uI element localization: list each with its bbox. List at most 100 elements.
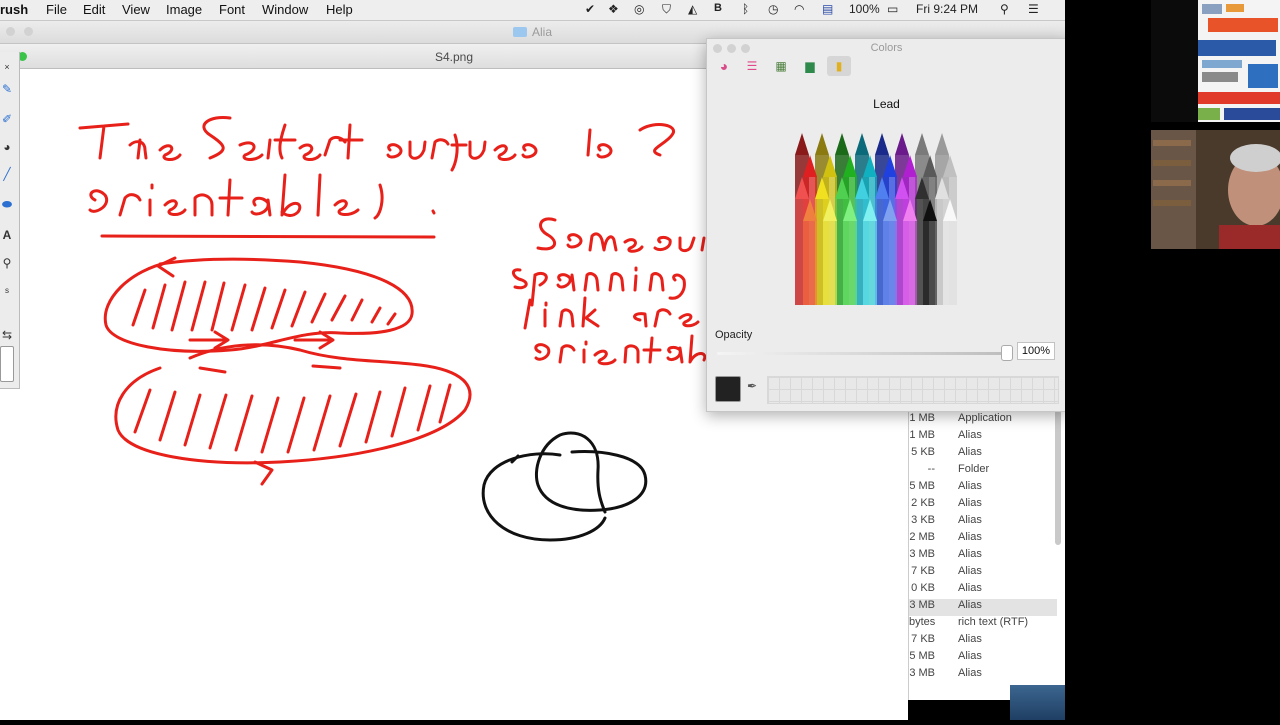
- checkmark-icon[interactable]: ✔: [585, 2, 595, 16]
- list-item[interactable]: 3 MB Alias: [909, 548, 1057, 565]
- finder-title-text: Alia: [531, 25, 552, 39]
- menu-bar: rush File Edit View Image Font Window He…: [0, 0, 1065, 21]
- menu-font[interactable]: Font: [219, 2, 245, 17]
- crayon-body: [923, 221, 937, 305]
- crayon[interactable]: [923, 199, 937, 305]
- current-color-swatch[interactable]: [715, 376, 741, 402]
- crayons-icon[interactable]: ▮: [827, 56, 851, 76]
- list-item[interactable]: -- Folder: [909, 463, 1057, 480]
- swap-colors-icon[interactable]: ⇆: [0, 328, 14, 342]
- app-menu[interactable]: rush: [0, 2, 28, 17]
- crayon[interactable]: [843, 199, 857, 305]
- crayon-tip: [835, 133, 849, 155]
- crayon-body: [863, 221, 877, 305]
- file-size: bytes: [909, 616, 935, 628]
- pencil-icon[interactable]: ✎: [0, 82, 14, 96]
- file-kind: Folder: [958, 463, 990, 475]
- list-item[interactable]: 2 MB Alias: [909, 531, 1057, 548]
- color-palettes-icon[interactable]: ▦: [769, 56, 793, 76]
- zoom-icon[interactable]: ⚲: [0, 256, 14, 270]
- list-item[interactable]: 1 MB Alias: [909, 429, 1057, 446]
- time-machine-icon[interactable]: ◷: [768, 2, 778, 16]
- finder-scrollbar[interactable]: [1055, 410, 1061, 545]
- file-size: 1 MB: [909, 429, 935, 441]
- list-item-selected[interactable]: 3 MB Alias: [909, 599, 1057, 616]
- list-item[interactable]: 5 MB Alias: [909, 480, 1057, 497]
- list-item[interactable]: 3 KB Alias: [909, 514, 1057, 531]
- menu-help[interactable]: Help: [326, 2, 353, 17]
- brush-icon[interactable]: ✐: [0, 112, 14, 126]
- upper-arrow: [156, 256, 177, 278]
- paint-bucket-icon[interactable]: ◕: [0, 140, 14, 154]
- battery-percent[interactable]: 100%: [849, 2, 880, 16]
- crayon[interactable]: [883, 199, 897, 305]
- menu-edit[interactable]: Edit: [83, 2, 105, 17]
- creative-cloud-icon[interactable]: ◎: [634, 2, 644, 16]
- list-item[interactable]: bytes rich text (RTF): [909, 616, 1057, 633]
- list-item[interactable]: 7 KB Alias: [909, 565, 1057, 582]
- clock[interactable]: Fri 9:24 PM: [916, 2, 978, 16]
- opacity-slider[interactable]: [717, 352, 1007, 355]
- bluetooth-icon[interactable]: ᛒ: [742, 2, 749, 16]
- file-kind: Alias: [958, 599, 982, 611]
- eyedropper-icon[interactable]: ✒: [747, 379, 761, 395]
- file-size: 5 MB: [909, 650, 935, 662]
- text-icon[interactable]: A: [0, 228, 14, 242]
- bitdefender-icon[interactable]: B: [714, 2, 722, 14]
- menu-file[interactable]: File: [46, 2, 67, 17]
- list-item[interactable]: 2 KB Alias: [909, 497, 1057, 514]
- crayon[interactable]: [943, 199, 957, 305]
- image-palettes-icon[interactable]: ▆: [798, 56, 822, 76]
- adobe-icon[interactable]: ◭: [688, 2, 697, 16]
- misc-icon[interactable]: s: [0, 284, 14, 298]
- menu-image[interactable]: Image: [166, 2, 202, 17]
- us-flag-icon[interactable]: ▤: [822, 2, 833, 16]
- crayon[interactable]: [863, 199, 877, 305]
- list-item[interactable]: 3 MB Alias: [909, 667, 1057, 684]
- finder-minimize-button[interactable]: [24, 27, 33, 36]
- crayon[interactable]: [803, 199, 817, 305]
- color-well[interactable]: [0, 346, 14, 382]
- list-item[interactable]: 5 KB Alias: [909, 446, 1057, 463]
- finder-close-button[interactable]: [6, 27, 15, 36]
- menu-view[interactable]: View: [122, 2, 150, 17]
- dropbox-icon[interactable]: ❖: [608, 2, 619, 16]
- finder-file-list: 1 MB Application 1 MB Alias 5 KB Alias -- Fo…: [908, 410, 1066, 700]
- file-size: 5 KB: [911, 446, 935, 458]
- crayon-tip: [855, 133, 869, 155]
- color-sliders-icon[interactable]: ☰: [740, 56, 764, 76]
- handwriting-the: [78, 122, 182, 161]
- handwriting-surface-is: [386, 123, 676, 172]
- crayon[interactable]: [903, 199, 917, 305]
- finder-window-title: Alia: [0, 25, 1065, 39]
- opacity-slider-knob[interactable]: [1001, 345, 1013, 361]
- list-item[interactable]: 1 MB Application: [909, 412, 1057, 429]
- spotlight-search-icon[interactable]: ⚲: [1000, 2, 1009, 16]
- menu-window[interactable]: Window: [262, 2, 308, 17]
- wifi-icon[interactable]: ◠: [794, 2, 804, 16]
- saved-swatches-grid[interactable]: [767, 376, 1059, 404]
- list-item[interactable]: 5 MB Alias: [909, 650, 1057, 667]
- red-ink-strokes: [78, 115, 707, 486]
- list-item[interactable]: 7 KB Alias: [909, 633, 1057, 650]
- notification-center-icon[interactable]: ☰: [1028, 2, 1039, 16]
- handwriting-orientable-right: [534, 334, 707, 366]
- list-item[interactable]: 0 KB Alias: [909, 582, 1057, 599]
- line-icon[interactable]: ╱: [0, 167, 14, 181]
- video-thumbnail: [1151, 0, 1198, 122]
- file-size: 7 KB: [911, 565, 935, 577]
- crayon-body: [823, 221, 837, 305]
- opacity-value-field[interactable]: 100%: [1017, 342, 1055, 360]
- file-kind: Alias: [958, 446, 982, 458]
- shield-icon[interactable]: ⛉: [662, 2, 671, 17]
- battery-icon[interactable]: ▭: [887, 2, 898, 16]
- crayon[interactable]: [823, 199, 837, 305]
- crayon-body: [943, 221, 957, 305]
- file-kind: Alias: [958, 650, 982, 662]
- close-icon[interactable]: ×: [0, 60, 14, 74]
- ellipse-icon[interactable]: ⬬: [0, 197, 14, 211]
- crayon-box[interactable]: [793, 133, 977, 313]
- wordcloud-image: [1198, 0, 1280, 122]
- color-wheel-icon[interactable]: ◕: [712, 56, 736, 76]
- handwriting-spanning: [512, 266, 686, 307]
